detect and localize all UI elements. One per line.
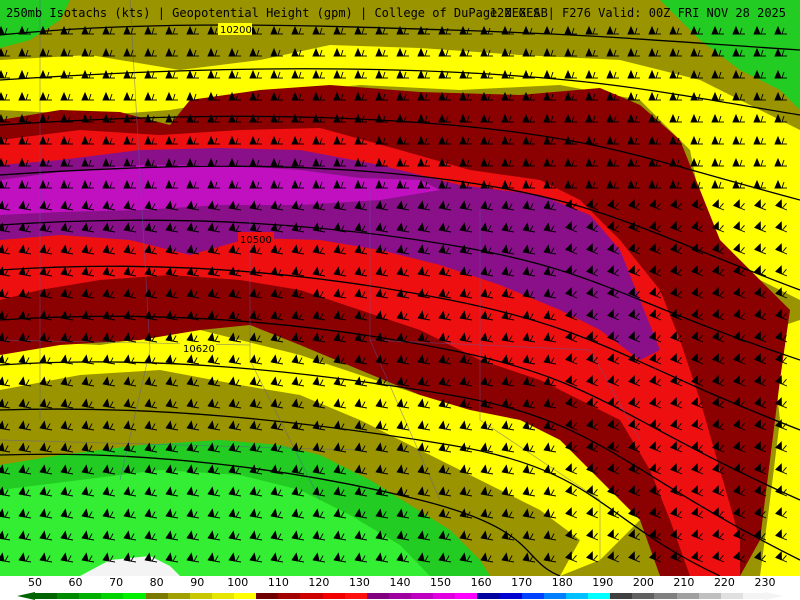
colorbar-tick-230: 230 — [754, 576, 776, 589]
contour-label-10500: 10500 — [240, 235, 272, 246]
colorbar-swatch — [388, 593, 412, 599]
colorbar-swatch — [698, 593, 722, 599]
colorbar-swatch — [366, 593, 390, 599]
colorbar-tick-190: 190 — [592, 576, 614, 589]
colorbar-swatch — [499, 593, 523, 599]
colorbar-swatch — [654, 593, 677, 599]
colorbar-legend: 50 60 70 80 90 100 110 120 130 140 150 160 170 180 190… — [0, 576, 800, 600]
colorbar-tick-160: 160 — [470, 576, 492, 589]
colorbar-tick-220: 220 — [713, 576, 735, 589]
colorbar-swatch — [610, 593, 633, 599]
colorbar-swatch — [720, 593, 744, 599]
contour-label-10620: 10620 — [183, 344, 215, 355]
colorbar-swatch — [234, 593, 257, 599]
colorbar-arrow-right — [765, 592, 783, 600]
colorbar-tick-130: 130 — [348, 576, 370, 589]
colorbar-swatch — [742, 593, 766, 599]
colorbar-swatch — [632, 593, 655, 599]
colorbar-swatch — [411, 593, 434, 599]
colorbar-swatch — [588, 593, 611, 599]
colorbar-swatch — [344, 593, 368, 599]
colorbar-tick-110: 110 — [267, 576, 289, 589]
colorbar-swatch — [189, 593, 213, 599]
colorbar-tick-50: 50 — [28, 576, 42, 589]
contour-label-10200: 10200 — [220, 25, 252, 36]
colorbar-tick-150: 150 — [430, 576, 452, 589]
colorbar-swatch — [57, 593, 80, 599]
colorbar-tick-200: 200 — [632, 576, 654, 589]
colorbar-swatch — [300, 593, 324, 599]
colorbar-swatch — [278, 593, 301, 599]
colorbar-tick-80: 80 — [149, 576, 164, 589]
isotach-map: 10200 10500 10620 — [0, 0, 800, 576]
colorbar-tick-140: 140 — [389, 576, 411, 589]
colorbar-swatch — [455, 593, 478, 599]
colorbar-tick-120: 120 — [308, 576, 330, 589]
colorbar-swatch — [211, 593, 235, 599]
colorbar-tick-180: 180 — [551, 576, 573, 589]
colorbar-tick-60: 60 — [68, 576, 83, 589]
colorbar-swatch — [101, 593, 124, 599]
colorbar-swatch — [565, 593, 589, 599]
colorbar-tick-210: 210 — [673, 576, 695, 589]
colorbar-swatch — [123, 593, 147, 599]
colorbar-swatch — [521, 593, 545, 599]
colorbar-swatch — [543, 593, 567, 599]
colorbar-swatch — [256, 593, 279, 599]
colorbar-swatch — [676, 593, 700, 599]
colorbar-tick-100: 100 — [227, 576, 249, 589]
colorbar-swatch — [145, 593, 169, 599]
colorbar-swatch — [79, 593, 102, 599]
colorbar-swatch — [433, 593, 456, 599]
colorbar-swatch — [167, 593, 191, 599]
colorbar-tick-170: 170 — [511, 576, 533, 589]
colorbar-swatch — [35, 593, 58, 599]
colorbar-swatch — [477, 593, 501, 599]
colorbar-swatch — [322, 593, 346, 599]
colorbar-arrow-left — [17, 592, 35, 600]
colorbar-tick-70: 70 — [109, 576, 124, 589]
colorbar-tick-90: 90 — [190, 576, 205, 589]
